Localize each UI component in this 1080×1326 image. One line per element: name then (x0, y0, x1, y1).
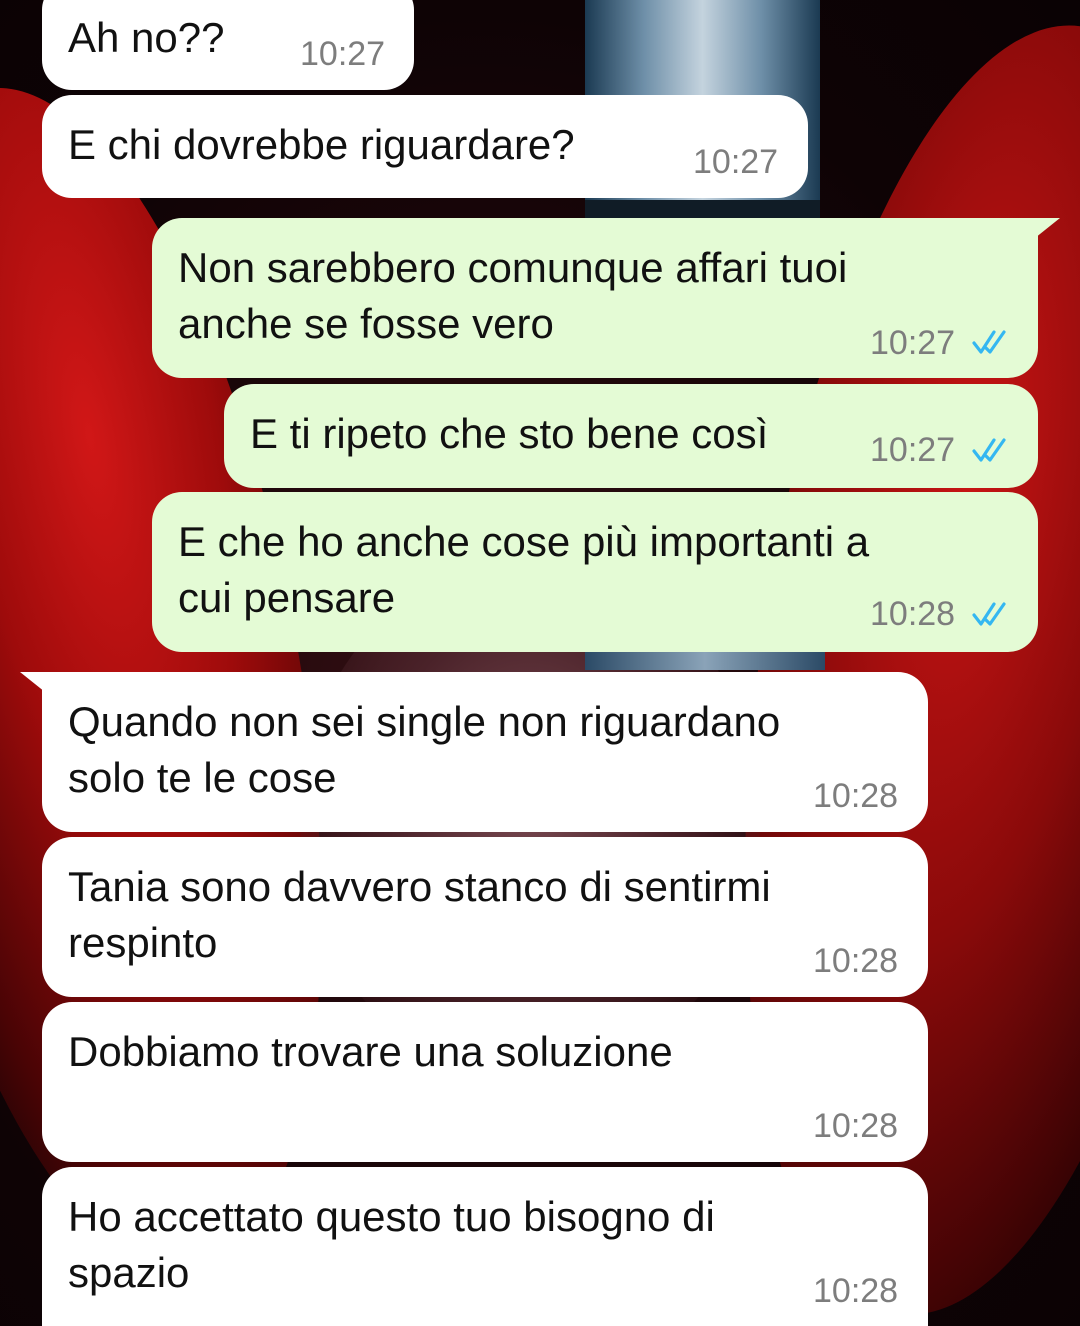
message-text-line: cui pensare (178, 574, 396, 621)
message-bubble-incoming[interactable]: Tania sono davvero stanco di sentirmi re… (42, 837, 928, 997)
message-bubble-incoming[interactable]: Ho accettato questo tuo bisogno di spazi… (42, 1167, 928, 1326)
message-bubble-incoming[interactable]: E chi dovrebbe riguardare? 10:27 (42, 95, 808, 198)
message-timestamp: 10:27 (693, 143, 779, 181)
message-timestamp: 10:27 (870, 431, 956, 469)
message-bubble-outgoing[interactable]: Non sarebbero comunque affari tuoi anche… (152, 218, 1060, 378)
message-bubble-incoming[interactable]: Ah no?? 10:27 (42, 0, 414, 90)
message-timestamp: 10:28 (870, 595, 956, 633)
message-text-line: solo te le cose (68, 754, 337, 801)
double-check-read-icon (972, 438, 1006, 462)
message-timestamp: 10:28 (813, 777, 899, 815)
double-check-read-icon (972, 602, 1006, 626)
wallpaper-tie-shadow (585, 200, 820, 220)
message-timestamp: 10:27 (300, 35, 386, 73)
message-timestamp: 10:28 (813, 1107, 899, 1145)
message-text-line: anche se fosse vero (178, 300, 554, 347)
message-bubble-outgoing[interactable]: E che ho anche cose più importanti a cui… (152, 492, 1038, 652)
double-check-read-icon (972, 330, 1006, 354)
message-text-line: E ti ripeto che sto bene così (250, 410, 769, 457)
message-text-line: Dobbiamo trovare una soluzione (68, 1028, 673, 1075)
message-text-line: E chi dovrebbe riguardare? (68, 121, 575, 168)
bubble-tail (20, 672, 50, 696)
message-text-line: E che ho anche cose più importanti a (178, 518, 870, 565)
message-bubble-incoming[interactable]: Quando non sei single non riguardano sol… (20, 672, 928, 832)
message-text-line: respinto (68, 919, 218, 966)
message-text-line: Ho accettato questo tuo bisogno di (68, 1193, 715, 1240)
message-text-line: Tania sono davvero stanco di sentirmi (68, 863, 771, 910)
message-timestamp: 10:27 (870, 324, 956, 362)
message-bubble-outgoing[interactable]: E ti ripeto che sto bene così 10:27 (224, 384, 1038, 488)
message-text-line: Quando non sei single non riguardano (68, 698, 781, 745)
message-text-line: spazio (68, 1249, 190, 1296)
message-text-line: Ah no?? (68, 14, 225, 61)
message-text-line: Non sarebbero comunque affari tuoi (178, 244, 848, 291)
message-timestamp: 10:28 (813, 1272, 899, 1310)
message-bubble-incoming[interactable]: Dobbiamo trovare una soluzione 10:28 (42, 1002, 928, 1162)
message-timestamp: 10:28 (813, 942, 899, 980)
bubble-tail (1030, 218, 1060, 242)
